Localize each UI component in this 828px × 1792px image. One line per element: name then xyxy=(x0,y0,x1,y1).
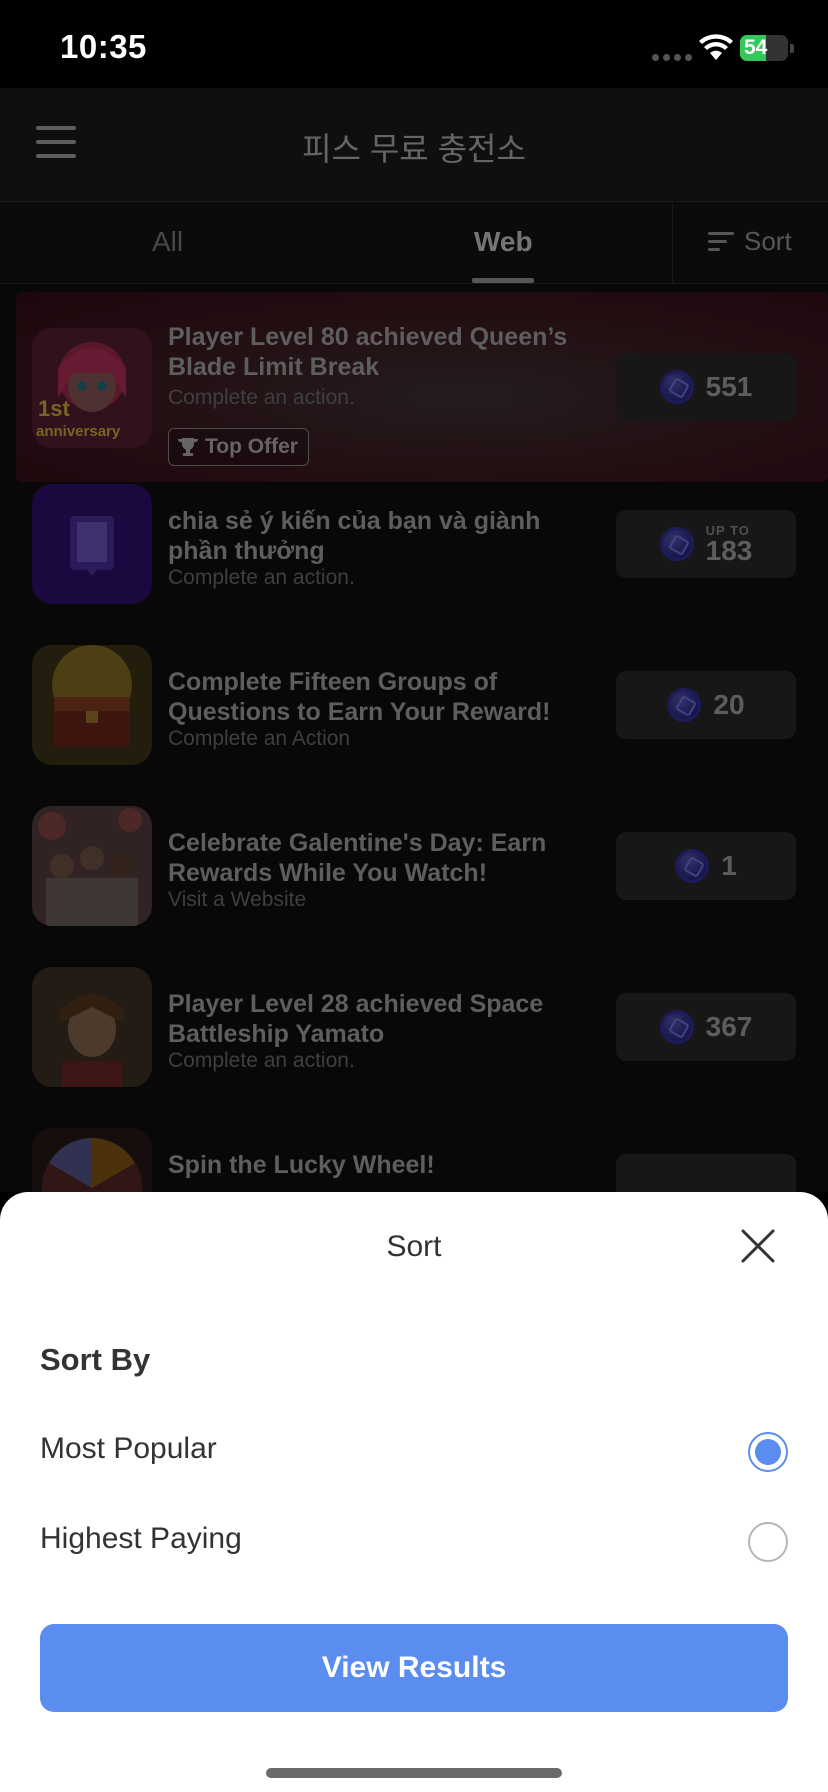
battery-icon: 54 xyxy=(740,35,788,61)
sort-option-most-popular[interactable]: Most Popular xyxy=(0,1416,828,1486)
radio-selected[interactable] xyxy=(748,1432,788,1472)
sort-by-label: Sort By xyxy=(40,1342,151,1377)
sort-bottom-sheet: Sort Sort By Most Popular Highest Paying… xyxy=(0,1192,828,1792)
status-time: 10:35 xyxy=(60,28,147,65)
sort-option-highest-paying[interactable]: Highest Paying xyxy=(0,1506,828,1576)
close-icon[interactable] xyxy=(740,1228,776,1264)
option-label: Most Popular xyxy=(40,1432,217,1465)
wifi-icon xyxy=(699,34,733,60)
status-bar: 10:35 54 xyxy=(0,0,828,88)
option-label: Highest Paying xyxy=(40,1522,242,1555)
sheet-title: Sort xyxy=(386,1230,442,1263)
cellular-signal-icon xyxy=(652,54,692,61)
view-results-button[interactable]: View Results xyxy=(40,1624,788,1712)
radio-unselected[interactable] xyxy=(748,1522,788,1562)
battery-level: 54 xyxy=(744,36,768,59)
home-indicator xyxy=(266,1768,562,1778)
modal-backdrop[interactable] xyxy=(0,88,828,1238)
